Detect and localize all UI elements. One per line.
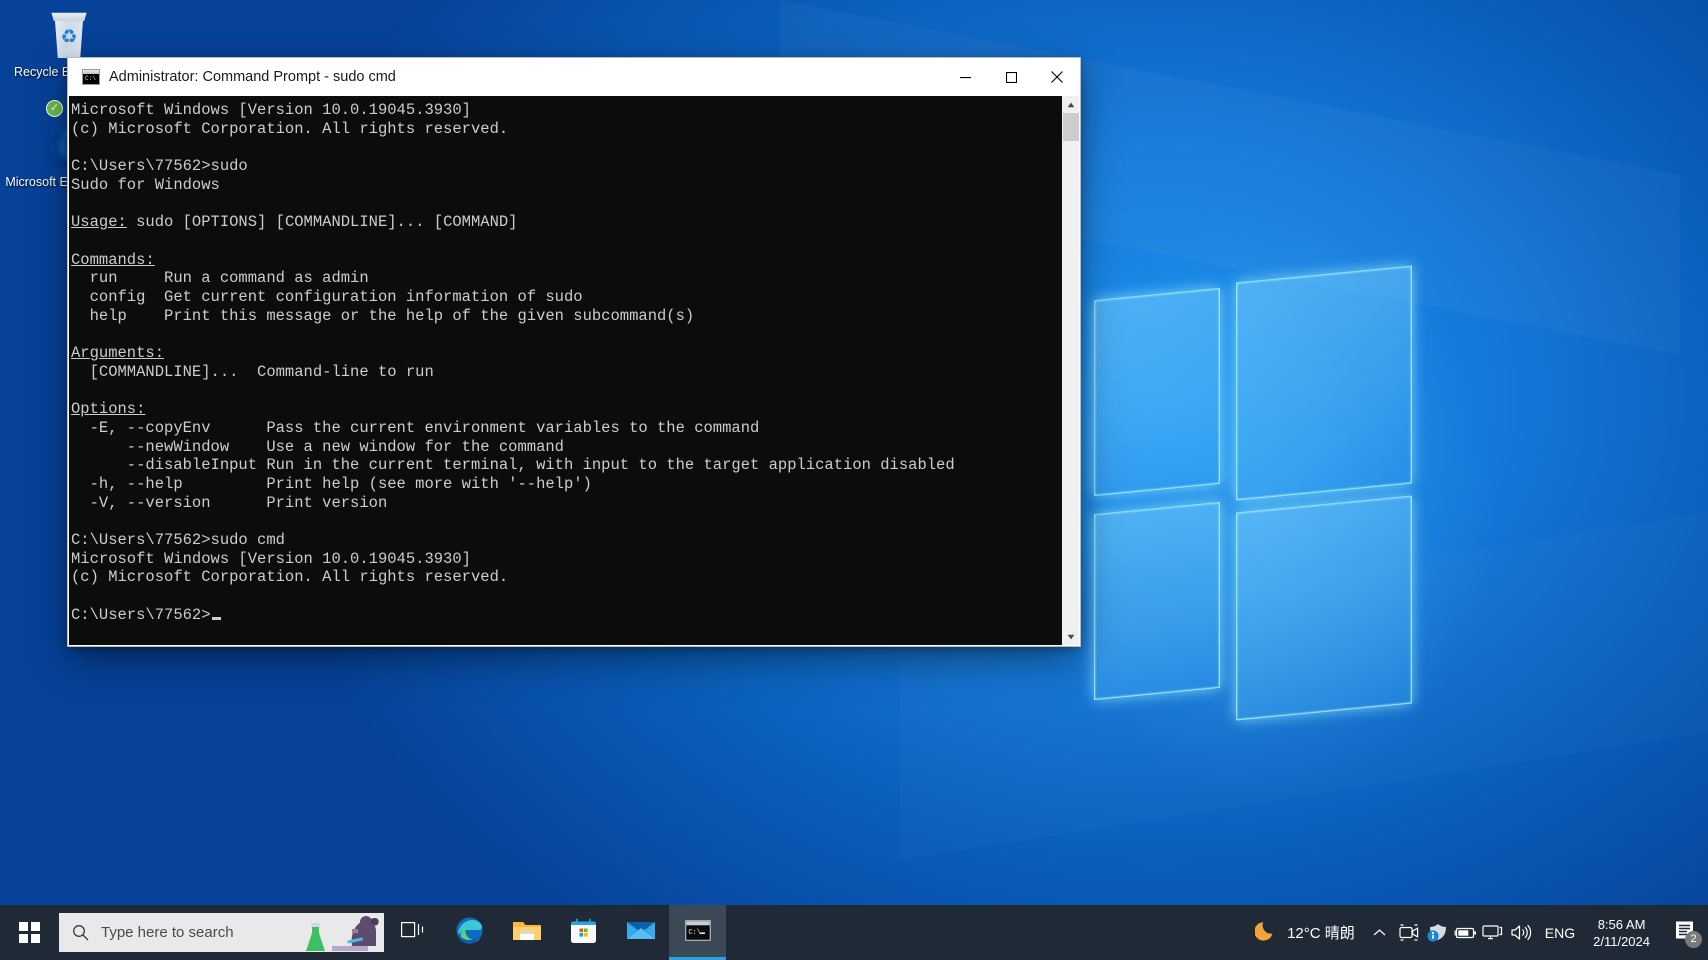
chevron-up-icon [1373, 924, 1386, 942]
search-icon [59, 924, 101, 941]
weather-text: 12°C 晴朗 [1287, 925, 1355, 942]
microsoft-store-icon [570, 917, 597, 949]
terminal-line: C:\Users\77562> [71, 606, 1062, 625]
terminal-line: Arguments: [71, 344, 165, 363]
clock-time: 8:56 AM [1597, 916, 1646, 932]
taskbar-button-mail[interactable] [612, 905, 669, 960]
start-button[interactable] [0, 905, 59, 960]
maximize-button[interactable] [988, 58, 1034, 96]
taskbar-button-task-view[interactable] [384, 905, 441, 960]
battery-icon[interactable] [1451, 905, 1479, 960]
taskbar[interactable]: Type here to search C:\ 12°C 晴朗 ENG 8:56… [0, 905, 1708, 960]
terminal-line: help Print this message or the help of t… [71, 306, 695, 325]
language-indicator[interactable]: ENG [1535, 905, 1585, 960]
terminal-line: Microsoft Windows [Version 10.0.19045.39… [71, 549, 471, 568]
terminal-scrollbar[interactable] [1062, 96, 1079, 645]
notification-badge: 2 [1685, 931, 1702, 948]
terminal-line: --newWindow Use a new window for the com… [71, 437, 564, 456]
window-titlebar[interactable]: C:\ Administrator: Command Prompt - sudo… [68, 58, 1080, 96]
terminal-line: -V, --version Print version [71, 493, 388, 512]
svg-text:C:\: C:\ [688, 929, 701, 937]
wallpaper-windows-logo [1090, 265, 1420, 738]
scroll-down-arrow[interactable] [1063, 628, 1079, 645]
terminal-line: Commands: [71, 250, 155, 269]
search-illustration [292, 913, 384, 952]
scrollbar-thumb[interactable] [1063, 113, 1079, 141]
taskbar-button-file-explorer[interactable] [498, 905, 555, 960]
terminal-line: Sudo for Windows [71, 175, 220, 194]
console-icon: C:\ [82, 69, 100, 85]
taskbar-button-command-prompt[interactable]: C:\ [669, 905, 726, 960]
taskbar-button-microsoft-store[interactable] [555, 905, 612, 960]
terminal-line: run Run a command as admin [71, 269, 369, 288]
console-icon: C:\ [684, 919, 711, 946]
clock[interactable]: 8:56 AM 2/11/2024 [1585, 905, 1662, 960]
windows-logo-icon [19, 922, 40, 943]
meet-now-icon[interactable] [1395, 905, 1423, 960]
microsoft-edge-icon [455, 916, 484, 950]
window-title: Administrator: Command Prompt - sudo cmd [109, 69, 396, 85]
show-hidden-icons-button[interactable] [1365, 905, 1395, 960]
recycle-bin-icon: ♻ [4, 8, 90, 60]
command-prompt-window[interactable]: C:\ Administrator: Command Prompt - sudo… [68, 58, 1080, 646]
search-input[interactable]: Type here to search [59, 913, 384, 952]
terminal-line: -E, --copyEnv Pass the current environme… [71, 418, 760, 437]
sync-check-icon: ✓ [46, 100, 63, 117]
terminal-body[interactable]: Microsoft Windows [Version 10.0.19045.39… [68, 96, 1080, 646]
weather-widget[interactable]: 12°C 晴朗 [1247, 905, 1365, 960]
security-icon[interactable] [1423, 905, 1451, 960]
volume-icon[interactable] [1507, 905, 1535, 960]
terminal-line: config Get current configuration informa… [71, 287, 583, 306]
notification-center-button[interactable]: 2 [1662, 905, 1708, 960]
scroll-up-arrow[interactable] [1063, 96, 1079, 113]
terminal-line: [COMMANDLINE]... Command-line to run [71, 362, 434, 381]
mail-icon [626, 919, 656, 946]
scrollbar-track[interactable] [1063, 113, 1079, 628]
task-view-icon [400, 920, 425, 945]
terminal-line: (c) Microsoft Corporation. All rights re… [71, 568, 509, 587]
terminal-line: C:\Users\77562>sudo cmd [71, 531, 285, 550]
file-explorer-icon [512, 918, 542, 948]
minimize-button[interactable] [942, 58, 988, 96]
clock-date: 2/11/2024 [1593, 933, 1650, 949]
moon-icon [1254, 918, 1279, 947]
terminal-line: (c) Microsoft Corporation. All rights re… [71, 119, 509, 138]
terminal-line: C:\Users\77562>sudo [71, 157, 248, 176]
close-button[interactable] [1034, 58, 1080, 96]
network-icon[interactable] [1479, 905, 1507, 960]
terminal-cursor [211, 616, 221, 620]
terminal-output[interactable]: Microsoft Windows [Version 10.0.19045.39… [69, 96, 1062, 645]
terminal-line: Microsoft Windows [Version 10.0.19045.39… [71, 101, 471, 119]
terminal-line: --disableInput Run in the current termin… [71, 456, 955, 475]
terminal-line: -h, --help Print help (see more with '--… [71, 474, 592, 493]
terminal-line: Options: [71, 400, 146, 419]
taskbar-button-microsoft-edge[interactable] [441, 905, 498, 960]
system-tray[interactable]: 12°C 晴朗 ENG 8:56 AM 2/11/2024 2 [1247, 905, 1708, 960]
terminal-line: Usage: sudo [OPTIONS] [COMMANDLINE]... [… [71, 213, 518, 232]
